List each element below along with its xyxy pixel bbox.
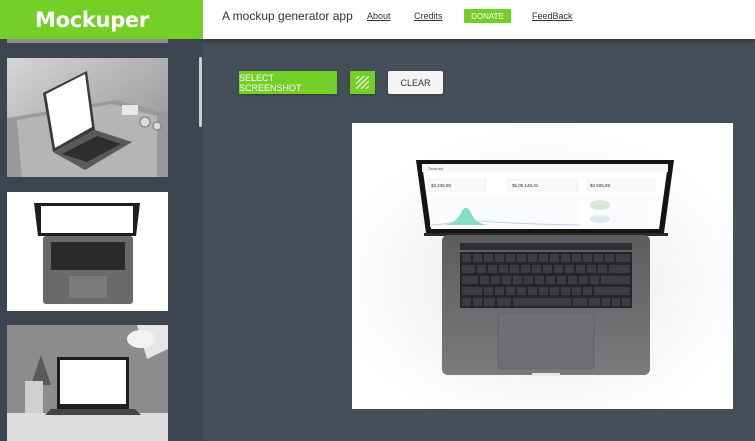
thumbnail-image	[7, 39, 168, 43]
pattern-toggle-button[interactable]	[350, 71, 375, 94]
laptop-mockup-image: Zentrolix $3,238,88 $5,05,148,31 $3 605,…	[352, 123, 733, 409]
brand-name: Mockuper	[35, 7, 149, 32]
svg-text:Zentrolix: Zentrolix	[428, 166, 443, 171]
nav-feedback-link[interactable]: FeedBack	[532, 11, 573, 21]
mockup-stat-1: $3,238,88	[431, 183, 452, 188]
mockup-stat-3: $3 605,89	[590, 183, 611, 188]
template-thumbnail[interactable]	[7, 192, 168, 311]
template-thumbnail[interactable]	[7, 58, 168, 177]
clear-button[interactable]: CLEAR	[388, 71, 443, 94]
brand-logo[interactable]: Mockuper	[0, 0, 203, 39]
nav-credits-link[interactable]: Credits	[414, 11, 443, 21]
sidebar-scrollbar[interactable]	[199, 57, 202, 127]
thumbnail-image	[7, 192, 168, 311]
template-sidebar[interactable]	[0, 39, 203, 441]
thumbnail-image	[7, 325, 168, 441]
select-screenshot-button[interactable]: SELECT SCREENSHOT	[239, 71, 337, 94]
template-thumbnail[interactable]	[7, 325, 168, 441]
mockup-preview: Zentrolix $3,238,88 $5,05,148,31 $3 605,…	[352, 123, 733, 409]
top-navbar: A mockup generator app About Credits DON…	[203, 0, 755, 39]
template-thumbnail[interactable]	[7, 39, 168, 43]
mockup-stat-2: $5,05,148,31	[512, 183, 539, 188]
nav-about-link[interactable]: About	[367, 11, 391, 21]
pattern-icon	[356, 76, 369, 89]
donate-button[interactable]: DONATE	[464, 9, 511, 23]
thumbnail-image	[7, 58, 168, 177]
app-tagline: A mockup generator app	[222, 9, 353, 23]
